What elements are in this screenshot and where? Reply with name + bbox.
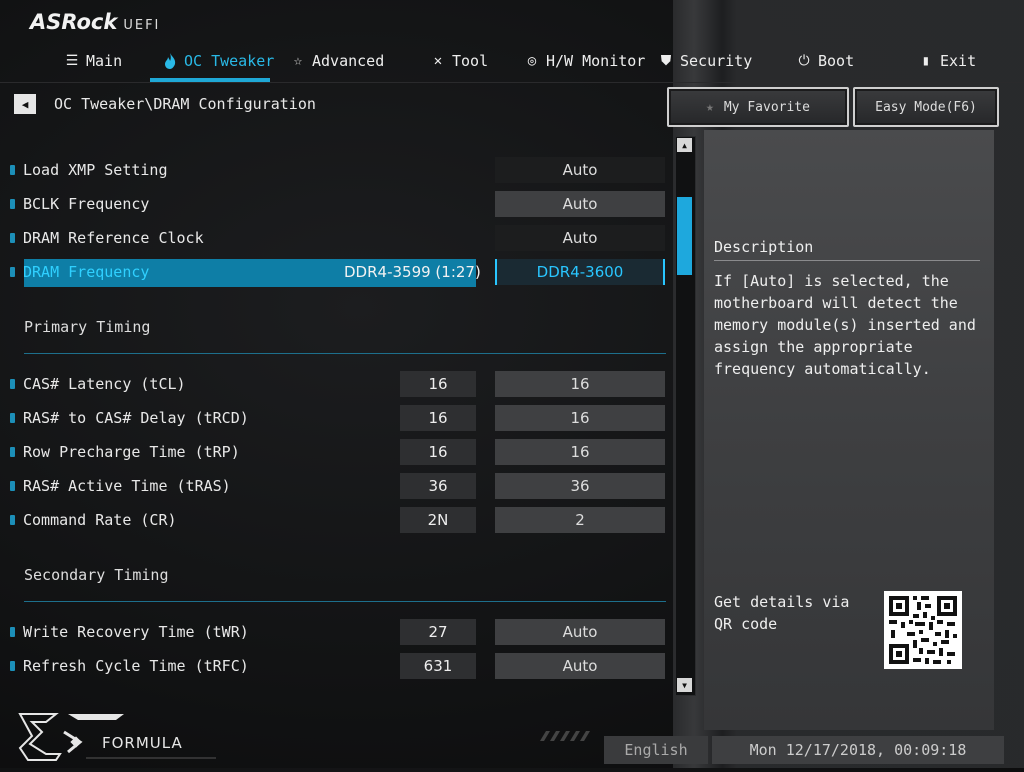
setting-value[interactable]: Auto: [495, 653, 665, 679]
bullet-icon: [10, 481, 15, 491]
bullet-icon: [10, 413, 15, 423]
tab-advanced[interactable]: ☆ Advanced: [290, 48, 384, 74]
tab-hw-monitor[interactable]: ◎ H/W Monitor: [524, 48, 646, 74]
setting-value[interactable]: 16: [495, 405, 665, 431]
setting-value[interactable]: 2: [495, 507, 665, 533]
setting-value[interactable]: 16: [495, 439, 665, 465]
bullet-icon: [10, 627, 15, 637]
description-divider: [714, 260, 980, 261]
chevron-down-icon: ▼: [682, 680, 687, 690]
scroll-down-arrow[interactable]: ▼: [677, 678, 692, 692]
tab-exit[interactable]: ▮ Exit: [918, 48, 976, 74]
bullet-icon: [10, 233, 15, 243]
my-favorite-button[interactable]: ★ My Favorite: [667, 87, 849, 127]
qr-code-icon: [884, 591, 962, 669]
setting-value[interactable]: Auto: [495, 191, 665, 217]
setting-row-dram-frequency[interactable]: DRAM Frequency DDR4-3599 (1:27) DDR4-360…: [10, 258, 665, 287]
tab-main[interactable]: ☰ Main: [64, 48, 122, 74]
qr-caption: Get details via QR code: [714, 593, 850, 633]
asrock-logo: ASRock UEFI: [30, 10, 160, 34]
chevron-left-icon: ◀: [21, 97, 29, 111]
setting-value[interactable]: Auto: [495, 157, 665, 183]
description-title: Description: [714, 238, 814, 256]
scrollbar-thumb[interactable]: [677, 197, 692, 275]
star-icon: ☆: [293, 53, 303, 69]
bullet-icon: [10, 199, 15, 209]
setting-value[interactable]: DDR4-3600: [495, 259, 665, 285]
tab-tool[interactable]: ✕ Tool: [430, 48, 488, 74]
setting-value[interactable]: Auto: [495, 619, 665, 645]
formula-logo: FORMULA: [16, 708, 216, 768]
brand-suffix: UEFI: [123, 18, 161, 33]
setting-row-bclk-frequency[interactable]: BCLK Frequency Auto: [10, 190, 665, 218]
tab-security[interactable]: ⛊ Security: [658, 48, 753, 74]
current-value: 36: [400, 473, 476, 499]
formula-text: FORMULA: [102, 734, 183, 752]
bullet-icon: [10, 661, 15, 671]
current-value: 16: [400, 371, 476, 397]
current-value: 16: [400, 405, 476, 431]
brand-name: ASRock: [30, 10, 118, 34]
language-selector[interactable]: English: [604, 736, 708, 764]
bullet-icon: [10, 447, 15, 457]
flame-icon: [162, 53, 178, 69]
shield-icon: ⛊: [660, 53, 672, 69]
bullet-icon: [10, 267, 15, 277]
timing-row-tras[interactable]: RAS# Active Time (tRAS) 36 36: [10, 472, 665, 500]
setting-value[interactable]: 36: [495, 473, 665, 499]
current-value: DDR4-3599 (1:27): [344, 263, 481, 281]
chevron-up-icon: ▲: [682, 140, 687, 150]
setting-value[interactable]: 16: [495, 371, 665, 397]
bullet-icon: [10, 165, 15, 175]
date-time-display: Mon 12/17/2018, 00:09:18: [712, 736, 1004, 764]
footer-stripes: [540, 726, 600, 741]
star-icon: ★: [706, 99, 714, 115]
timing-row-trp[interactable]: Row Precharge Time (tRP) 16 16: [10, 438, 665, 466]
tab-boot[interactable]: ⏻ Boot: [796, 48, 854, 74]
setting-row-load-xmp[interactable]: Load XMP Setting Auto: [10, 156, 665, 184]
section-title-secondary: Secondary Timing: [24, 566, 169, 584]
timing-row-trfc[interactable]: Refresh Cycle Time (tRFC) 631 Auto: [10, 652, 665, 680]
tools-icon: ✕: [433, 53, 443, 69]
tab-oc-tweaker[interactable]: OC Tweaker: [162, 48, 274, 74]
current-value: 631: [400, 653, 476, 679]
section-title-primary: Primary Timing: [24, 318, 151, 336]
timing-row-tcl[interactable]: CAS# Latency (tCL) 16 16: [10, 370, 665, 398]
qr-code: [884, 591, 962, 669]
timing-row-trcd[interactable]: RAS# to CAS# Delay (tRCD) 16 16: [10, 404, 665, 432]
nav-divider: [0, 82, 1024, 83]
timing-row-twr[interactable]: Write Recovery Time (tWR) 27 Auto: [10, 618, 665, 646]
breadcrumb: ◀ OC Tweaker\DRAM Configuration: [14, 94, 316, 114]
timing-row-command-rate[interactable]: Command Rate (CR) 2N 2: [10, 506, 665, 534]
back-button[interactable]: ◀: [14, 94, 36, 114]
current-value: 2N: [400, 507, 476, 533]
breadcrumb-text: OC Tweaker\DRAM Configuration: [54, 95, 316, 113]
section-divider: [24, 601, 666, 602]
setting-row-dram-reference-clock[interactable]: DRAM Reference Clock Auto: [10, 224, 665, 252]
power-icon: ⏻: [798, 53, 810, 69]
section-divider: [24, 353, 666, 354]
setting-value[interactable]: Auto: [495, 225, 665, 251]
exit-icon: ▮: [921, 53, 931, 69]
current-value: 16: [400, 439, 476, 465]
list-icon: ☰: [65, 53, 79, 69]
easy-mode-button[interactable]: Easy Mode(F6): [853, 87, 999, 127]
bullet-icon: [10, 379, 15, 389]
description-text: If [Auto] is selected, the motherboard w…: [714, 272, 976, 378]
current-value: 27: [400, 619, 476, 645]
scroll-up-arrow[interactable]: ▲: [677, 138, 692, 152]
monitor-icon: ◎: [527, 53, 537, 69]
bullet-icon: [10, 515, 15, 525]
